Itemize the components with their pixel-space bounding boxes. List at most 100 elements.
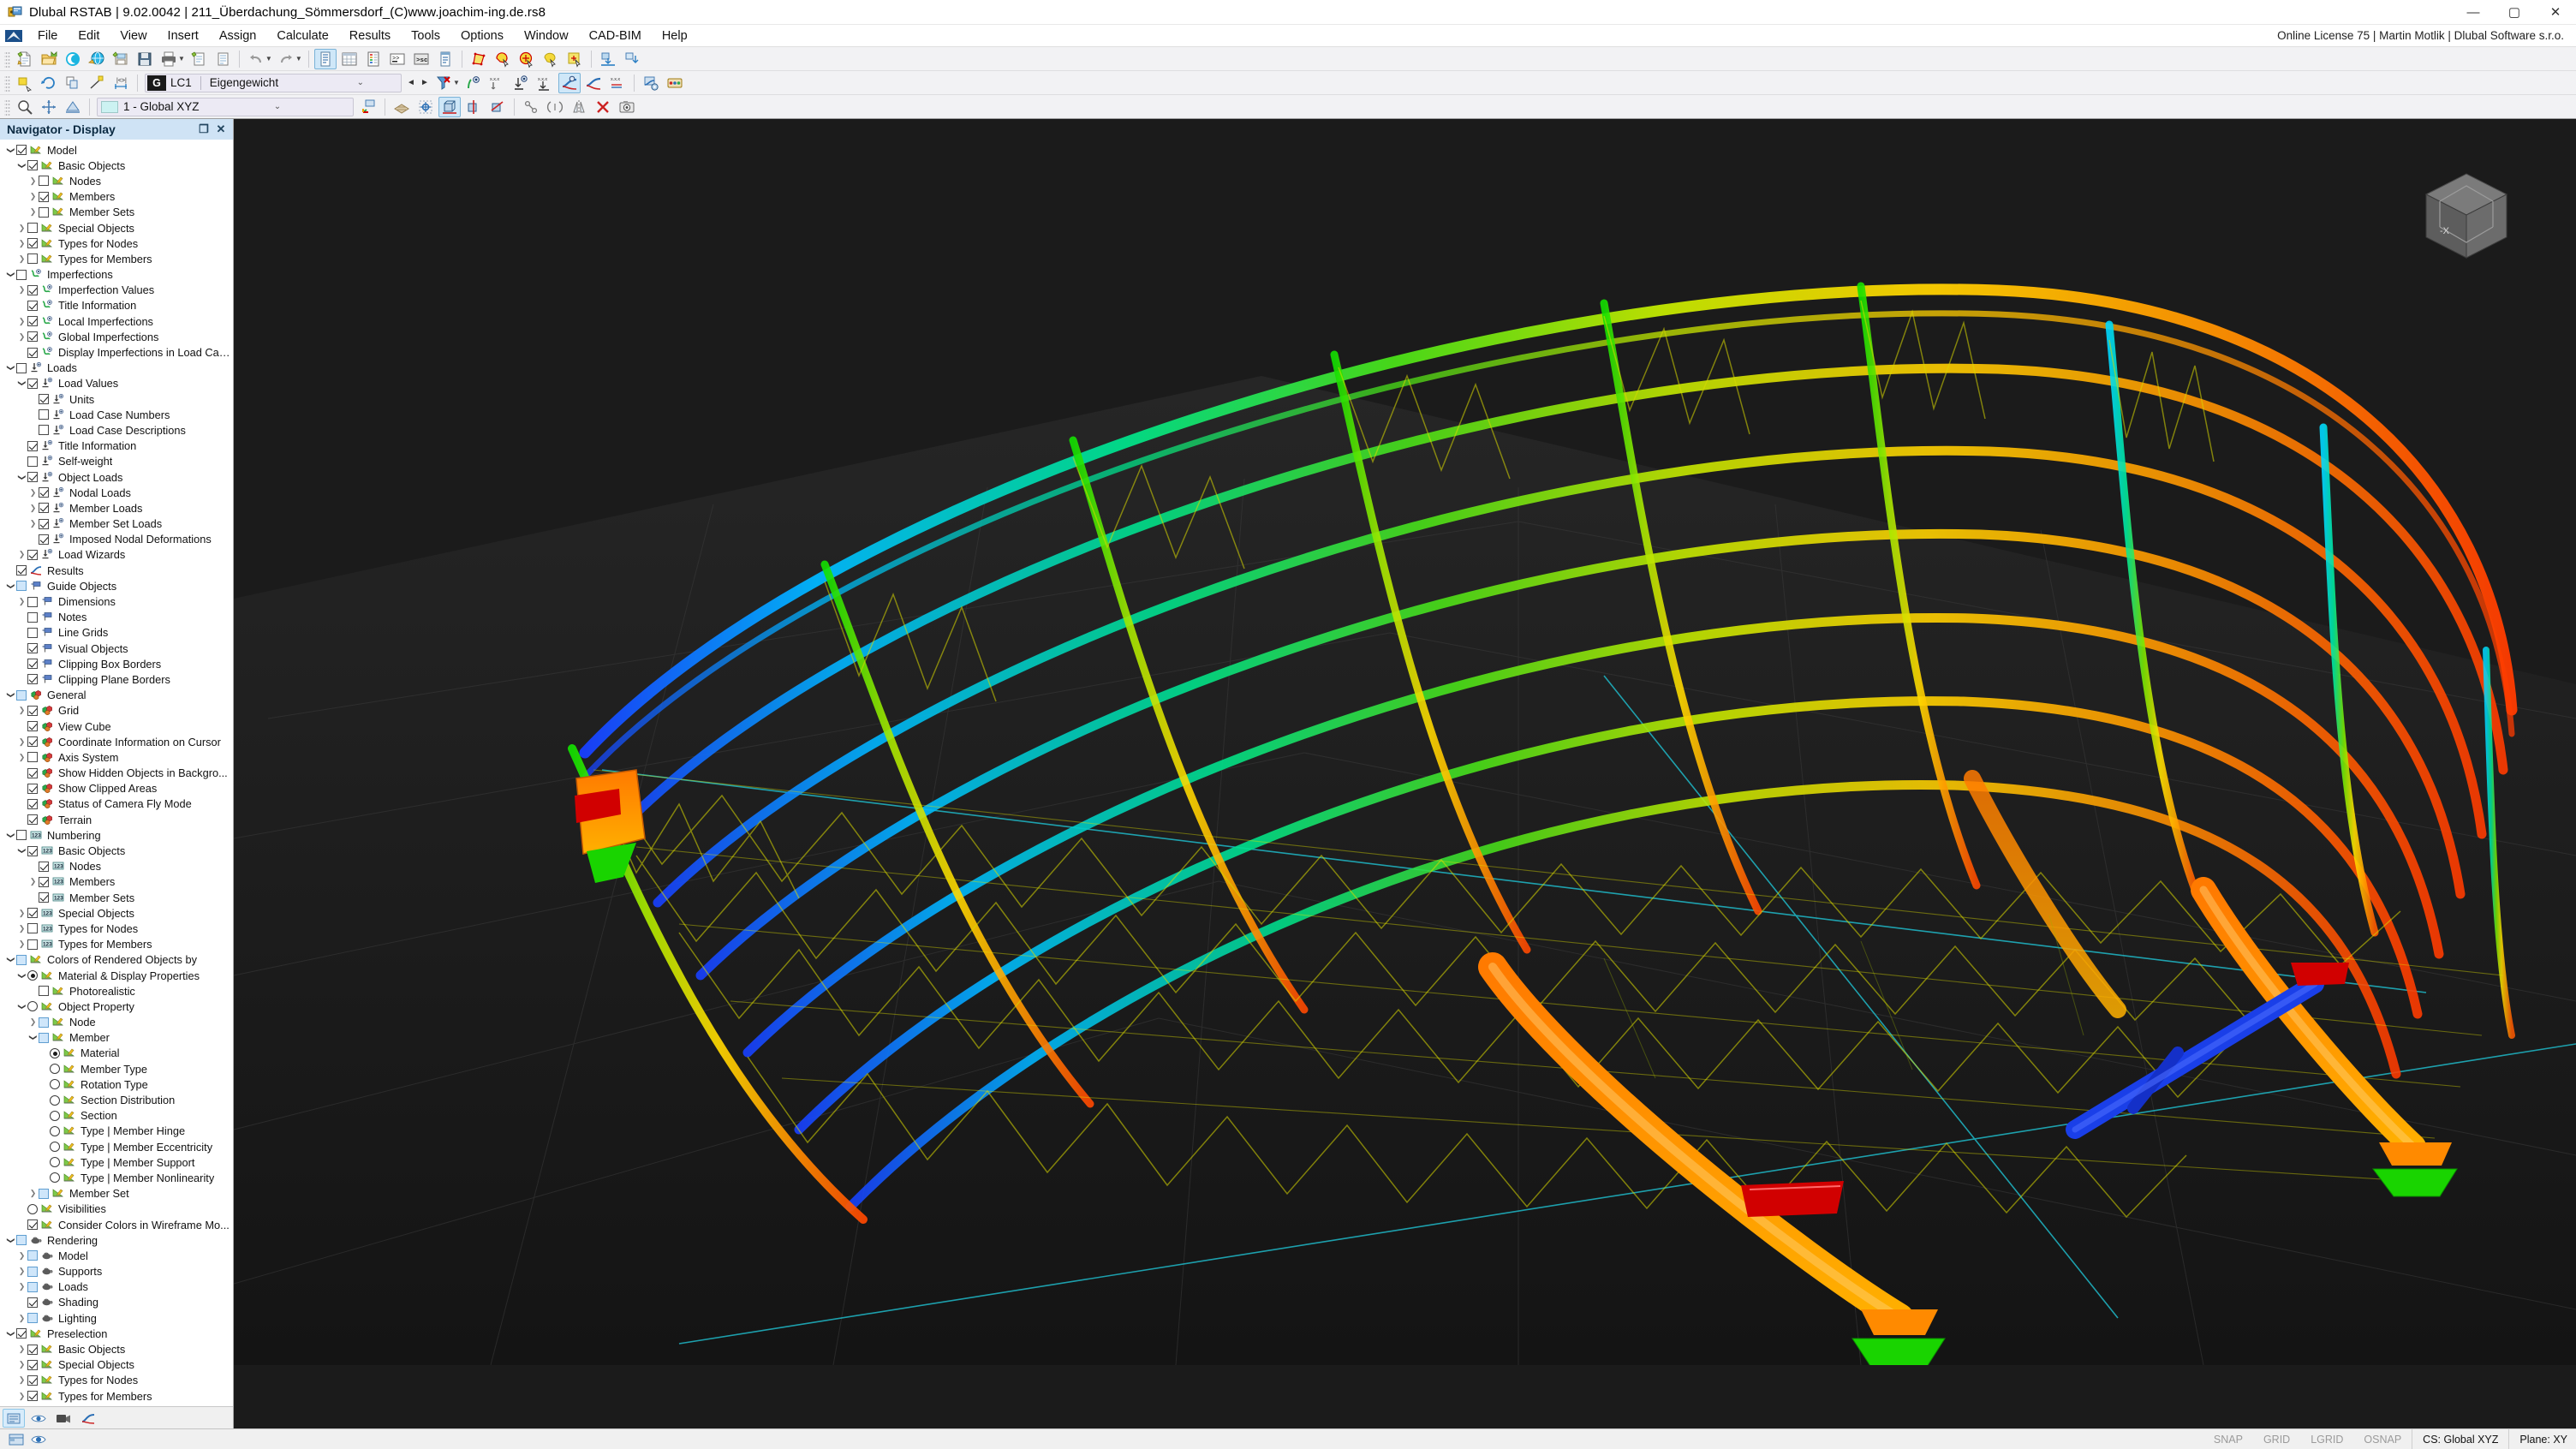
chevron-right-icon[interactable]: ❯ <box>27 488 39 498</box>
checkbox-unchecked[interactable] <box>27 939 38 950</box>
script-console-button[interactable]: >sc <box>410 49 432 69</box>
chevron-right-icon[interactable]: ❯ <box>16 597 27 606</box>
chevron-right-icon[interactable]: ❯ <box>27 504 39 513</box>
tree-item-members[interactable]: ❯ Members <box>0 189 233 205</box>
render-settings-button[interactable] <box>616 97 638 117</box>
chevron-down-icon[interactable]: ❯ <box>17 160 27 171</box>
tree-item-member-sets[interactable]: 123 Member Sets <box>0 890 233 905</box>
checkbox-unchecked[interactable] <box>27 627 38 638</box>
chevron-right-icon[interactable]: ❯ <box>27 1189 39 1198</box>
tree-item-model[interactable]: ❯ Model <box>0 1248 233 1263</box>
show-results-button[interactable] <box>462 73 485 93</box>
chevron-right-icon[interactable]: ❯ <box>16 753 27 762</box>
checkbox-checked[interactable] <box>27 238 38 249</box>
checkbox-checked[interactable] <box>27 1359 38 1370</box>
tree-item-visual-objects[interactable]: Visual Objects <box>0 641 233 656</box>
checkbox-checked[interactable] <box>39 518 49 529</box>
chevron-down-icon[interactable]: ❯ <box>6 581 15 592</box>
chevron-right-icon[interactable]: ❯ <box>16 239 27 248</box>
tree-item-model[interactable]: ❯ Model <box>0 142 233 158</box>
checkbox-partial[interactable] <box>16 581 27 592</box>
undock-icon[interactable]: ❐ <box>195 122 212 136</box>
chevron-down-icon[interactable]: ❯ <box>17 378 27 389</box>
checkbox-unchecked[interactable] <box>27 752 38 763</box>
select-lasso-button[interactable] <box>540 49 562 69</box>
menu-item-tools[interactable]: Tools <box>401 25 450 47</box>
print-button[interactable] <box>158 49 180 69</box>
tree-item-view-cube[interactable]: View Cube <box>0 719 233 734</box>
tree-item-types-for-members[interactable]: ❯ 123 Types for Members <box>0 937 233 952</box>
tree-item-node[interactable]: ❯ Node <box>0 1015 233 1030</box>
result-values-labels-button[interactable]: x.x.x <box>606 73 629 93</box>
checkbox-checked[interactable] <box>27 472 38 483</box>
view-side-button[interactable] <box>621 49 643 69</box>
close-icon[interactable]: ✕ <box>212 122 230 136</box>
tree-item-guide-objects[interactable]: ❯ Guide Objects <box>0 578 233 593</box>
tab-navigator-animation[interactable] <box>52 1409 75 1428</box>
tree-item-show-hidden-objects-in-backgro[interactable]: Show Hidden Objects in Backgro... <box>0 766 233 781</box>
checkbox-checked[interactable] <box>27 316 38 327</box>
checkbox-partial[interactable] <box>16 1235 27 1246</box>
chevron-right-icon[interactable]: ❯ <box>16 1314 27 1323</box>
chevron-down-icon[interactable]: ❯ <box>17 1001 27 1012</box>
checkbox-unchecked[interactable] <box>27 596 38 607</box>
tree-item-consider-colors-in-wireframe-mo[interactable]: Consider Colors in Wireframe Mo... <box>0 1217 233 1232</box>
result-diagram-2-button[interactable] <box>582 73 605 93</box>
tree-item-members[interactable]: ❯ 123 Members <box>0 874 233 890</box>
navigator-panel-button[interactable] <box>313 48 337 69</box>
calculation-status-icon[interactable] <box>27 1431 50 1448</box>
open-folder-button[interactable] <box>38 49 60 69</box>
rotate-objects-button[interactable] <box>38 73 60 93</box>
radio-unselected[interactable] <box>50 1064 60 1075</box>
checkbox-partial[interactable] <box>39 1017 49 1028</box>
checkbox-checked[interactable] <box>39 892 49 903</box>
checkbox-unchecked[interactable] <box>27 923 38 934</box>
status-toggle-snap[interactable]: SNAP <box>2203 1429 2253 1449</box>
chevron-right-icon[interactable]: ❯ <box>27 192 39 201</box>
chevron-down-icon[interactable]: ❯ <box>17 472 27 483</box>
menu-item-cad-bim[interactable]: CAD-BIM <box>579 25 652 47</box>
tree-item-nodal-loads[interactable]: ❯ Nodal Loads <box>0 485 233 500</box>
tree-item-units[interactable]: Units <box>0 391 233 407</box>
chevron-down-icon[interactable]: ❯ <box>17 845 27 856</box>
ortho-button[interactable] <box>544 97 566 117</box>
checkbox-checked[interactable] <box>27 1391 38 1402</box>
chevron-right-icon[interactable]: ❯ <box>16 285 27 295</box>
tree-item-loads[interactable]: ❯ Loads <box>0 1279 233 1295</box>
tree-item-dimensions[interactable]: ❯ Dimensions <box>0 593 233 609</box>
view-plane-button[interactable] <box>486 97 509 117</box>
result-values-on-members-button[interactable]: x.x.x <box>486 73 509 93</box>
load-case-selector[interactable]: G LC1 Eigengewicht ⌄ <box>145 73 402 92</box>
command-line-button[interactable]: >> <box>386 49 408 69</box>
tree-item-local-imperfections[interactable]: ❯ Local Imperfections <box>0 313 233 329</box>
chevron-down-icon[interactable]: ❯ <box>17 970 27 981</box>
checkbox-checked[interactable] <box>39 876 49 887</box>
tree-item-clipping-box-borders[interactable]: Clipping Box Borders <box>0 656 233 671</box>
checkbox-partial[interactable] <box>27 1266 38 1277</box>
checkbox-unchecked[interactable] <box>16 830 27 841</box>
select-box-button[interactable] <box>564 49 586 69</box>
chevron-down-icon[interactable]: ❯ <box>28 1032 38 1043</box>
checkbox-checked[interactable] <box>27 440 38 451</box>
chevron-right-icon[interactable]: ❯ <box>16 1360 27 1369</box>
printout-report-button[interactable] <box>188 49 210 69</box>
coordinate-axes-button[interactable] <box>357 97 379 117</box>
view-front-button[interactable] <box>597 49 619 69</box>
tree-item-special-objects[interactable]: ❯ Special Objects <box>0 1357 233 1373</box>
snap-grid-button[interactable] <box>414 97 437 117</box>
radio-unselected[interactable] <box>50 1110 60 1121</box>
tree-item-results[interactable]: Results <box>0 563 233 578</box>
checkbox-unchecked[interactable] <box>16 269 27 280</box>
chevron-right-icon[interactable]: ❯ <box>16 224 27 233</box>
chevron-down-icon[interactable]: ❯ <box>6 1235 15 1246</box>
tree-item-grid[interactable]: ❯ Grid <box>0 703 233 719</box>
extend-objects-button[interactable] <box>86 73 108 93</box>
toolbar-grip[interactable] <box>4 50 10 68</box>
checkbox-checked[interactable] <box>39 861 49 872</box>
tree-item-global-imperfections[interactable]: ❯ Global Imperfections <box>0 329 233 344</box>
tree-item-member-type[interactable]: Member Type <box>0 1061 233 1076</box>
tree-item-load-values[interactable]: ❯ Load Values <box>0 376 233 391</box>
tree-item-visibilities[interactable]: Visibilities <box>0 1202 233 1217</box>
chevron-right-icon[interactable]: ❯ <box>16 550 27 559</box>
tab-navigator-results[interactable] <box>77 1409 99 1428</box>
